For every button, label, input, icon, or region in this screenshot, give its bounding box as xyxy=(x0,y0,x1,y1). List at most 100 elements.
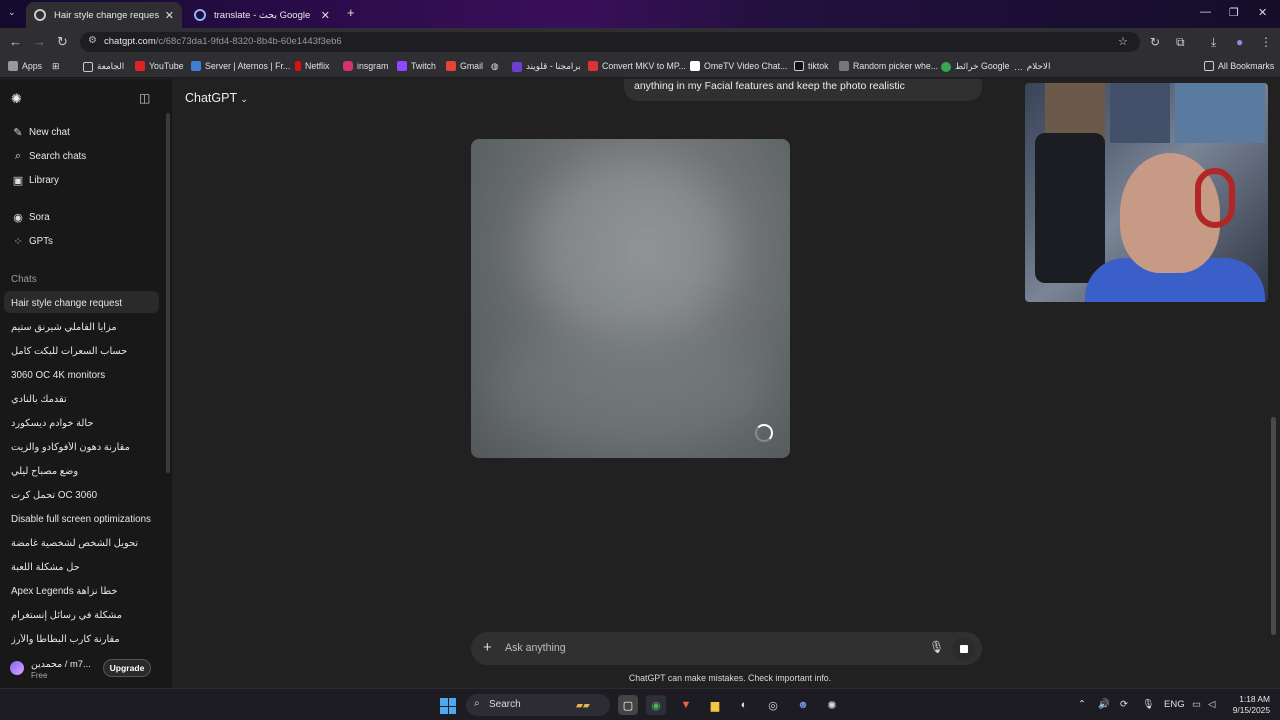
microphone-shape xyxy=(1035,133,1105,283)
bookmark-convert-mkv[interactable]: Convert MKV to MP... xyxy=(588,61,686,71)
bookmark-instagram[interactable]: insgram xyxy=(343,61,388,71)
generating-image[interactable] xyxy=(471,139,790,458)
chrome-icon[interactable]: ◉ xyxy=(646,695,666,715)
chatgpt-app-icon[interactable]: ✺ xyxy=(822,695,842,715)
chat-item[interactable]: مزايا الفاملي شيرنق ستيم xyxy=(11,322,159,333)
wall-poster xyxy=(1175,83,1265,143)
aternos-icon xyxy=(191,61,201,71)
forward-icon[interactable]: → xyxy=(33,34,46,49)
address-bar[interactable]: ⚙ chatgpt.com/c/68c73da1-9fd4-8320-8b4b-… xyxy=(80,32,1140,52)
discord-icon[interactable]: ☻ xyxy=(793,695,813,715)
language-indicator[interactable]: ENG xyxy=(1164,699,1185,710)
app-icon[interactable]: ◎ xyxy=(763,695,783,715)
all-bookmarks[interactable]: All Bookmarks xyxy=(1204,61,1274,71)
network-icon[interactable]: ▭ xyxy=(1192,699,1201,710)
chat-item[interactable]: Disable full screen optimizations xyxy=(11,514,159,525)
new-chat-button[interactable]: ✎ New chat xyxy=(11,126,69,139)
composer[interactable]: + Ask anything 🎙 xyxy=(471,632,982,665)
upgrade-button[interactable]: Upgrade xyxy=(103,659,151,677)
bookmark-dreams[interactable]: … الاحلام xyxy=(1014,61,1050,72)
chat-item[interactable]: حساب السعرات للبكت كامل xyxy=(11,346,159,357)
mic-tray-icon[interactable]: 🎙 xyxy=(1142,699,1154,710)
sidebar-scrollbar[interactable] xyxy=(166,113,170,473)
bookmark-netflix[interactable]: Netflix xyxy=(295,61,329,71)
chat-item[interactable]: مشكلة في رسائل إنستغرام xyxy=(11,610,159,621)
library-button[interactable]: ▣ Library xyxy=(11,174,59,187)
chat-item[interactable]: Apex Legends خطأ نزاهة xyxy=(11,586,159,597)
openai-logo-icon[interactable]: ✺ xyxy=(11,91,22,107)
extensions-icon[interactable]: ⧉ xyxy=(1176,35,1185,50)
gpts-button[interactable]: ⁘ GPTs xyxy=(11,235,53,248)
tray-overflow-icon[interactable]: ⌃ xyxy=(1078,699,1086,710)
tab-hair-style[interactable]: Hair style change request ✕ xyxy=(26,2,182,28)
chat-item[interactable]: Hair style change request xyxy=(11,298,159,309)
windows-start-icon[interactable] xyxy=(440,698,456,714)
profile-icon[interactable]: ● xyxy=(1236,35,1243,49)
bookmark-ometv[interactable]: OmeTV Video Chat... xyxy=(690,61,787,71)
add-attachment-icon[interactable]: + xyxy=(483,639,492,656)
sync-icon[interactable]: ⟳ xyxy=(1120,699,1128,710)
site-settings-icon[interactable]: ⚙ xyxy=(88,35,97,46)
avatar[interactable] xyxy=(10,661,24,675)
tab-title: translate - بحث Google xyxy=(214,9,311,21)
search-chats-button[interactable]: ⌕ Search chats xyxy=(11,150,86,163)
bookmark-star-icon[interactable]: ☆ xyxy=(1118,35,1128,48)
download-icon[interactable]: ⤓ xyxy=(1211,35,1216,50)
close-tab-icon[interactable]: ✕ xyxy=(321,9,330,22)
bookmark-label: Apps xyxy=(22,61,43,71)
brave-icon[interactable]: ▼ xyxy=(676,695,696,715)
chat-item[interactable]: حالة خوادم ديسكورد xyxy=(11,418,159,429)
bookmark-gmail[interactable]: Gmail xyxy=(446,61,483,71)
bookmark-label: Netflix xyxy=(305,61,330,71)
new-tab-button[interactable]: + xyxy=(347,5,355,20)
bookmark-random-picker[interactable]: Random picker whe... xyxy=(839,61,938,71)
menu-icon[interactable]: ⋮ xyxy=(1260,35,1272,49)
close-tab-icon[interactable]: ✕ xyxy=(165,9,174,22)
chat-item[interactable]: مقارنة دهون الأفوكادو والزيت xyxy=(11,442,159,453)
speaker-icon[interactable]: ◁ xyxy=(1208,699,1215,710)
convert-icon xyxy=(588,61,598,71)
steam-icon[interactable]: ◐ xyxy=(734,695,754,715)
chat-item[interactable]: حل مشكلة اللعبة xyxy=(11,562,159,573)
composer-input[interactable]: Ask anything xyxy=(505,642,566,654)
main-scrollbar[interactable] xyxy=(1271,417,1276,635)
bookmark-twitch[interactable]: Twitch xyxy=(397,61,436,71)
bookmark-aternos[interactable]: Server | Aternos | Fr... xyxy=(191,61,290,71)
tab-translate[interactable]: translate - بحث Google ✕ xyxy=(186,2,338,28)
compose-icon: ✎ xyxy=(13,127,23,139)
library-icon: ▣ xyxy=(12,175,24,187)
minimize-icon[interactable]: — xyxy=(1200,6,1211,18)
loading-icon: ↻ xyxy=(1150,35,1161,49)
close-window-icon[interactable]: ✕ xyxy=(1258,6,1267,19)
restore-icon[interactable]: ❐ xyxy=(1229,6,1239,19)
task-view-icon[interactable]: ▢ xyxy=(618,695,638,715)
chat-item[interactable]: تقدمك بالنادي xyxy=(11,394,159,405)
reload-icon[interactable]: ↻ xyxy=(57,34,68,50)
bookmark-qloynd[interactable]: برامجنا - قلويند xyxy=(512,61,581,72)
chat-item[interactable]: وضع مصباح ليلي xyxy=(11,466,159,477)
bookmark-youtube[interactable]: YouTube xyxy=(135,61,184,71)
apps-launcher-icon[interactable]: ⊞ xyxy=(52,61,59,72)
globe-icon[interactable]: ◍ xyxy=(491,61,499,72)
chat-item[interactable]: تحمل كرت OC 3060 xyxy=(11,490,159,501)
sora-button[interactable]: ◉ Sora xyxy=(11,211,50,224)
chat-item[interactable]: 3060 OC 4K monitors xyxy=(11,370,159,381)
bookmark-university[interactable]: الجامعة xyxy=(83,61,124,72)
file-explorer-icon[interactable]: ▆ xyxy=(705,695,725,715)
system-clock[interactable]: 1:18 AM 9/15/2025 xyxy=(1228,694,1270,716)
model-selector[interactable]: ChatGPT ⌄ xyxy=(185,91,248,105)
bookmark-label: برامجنا - قلويند xyxy=(526,61,581,71)
microphone-icon[interactable]: 🎙 xyxy=(929,640,944,654)
chat-item[interactable]: تحويل الشخص لشخصية غامضة xyxy=(11,538,159,549)
chat-item[interactable]: مقارنة كارب البطاطا والأرز xyxy=(11,634,159,645)
volume-icon[interactable]: 🔊 xyxy=(1098,699,1110,710)
chevron-down-icon: ⌄ xyxy=(240,94,248,104)
stop-generating-button[interactable] xyxy=(952,637,975,660)
bookmark-apps[interactable]: Apps xyxy=(8,61,42,71)
back-icon[interactable]: ← xyxy=(9,34,22,49)
taskbar-search[interactable]: ⌕ Search ▰▰ xyxy=(466,694,610,716)
bookmark-google-maps[interactable]: خرائط Google xyxy=(941,61,1009,72)
tab-search-icon[interactable]: ⌄ xyxy=(8,7,16,18)
toggle-sidebar-icon[interactable]: ◫ xyxy=(139,91,150,105)
bookmark-tiktok[interactable]: tiktok xyxy=(794,61,829,71)
